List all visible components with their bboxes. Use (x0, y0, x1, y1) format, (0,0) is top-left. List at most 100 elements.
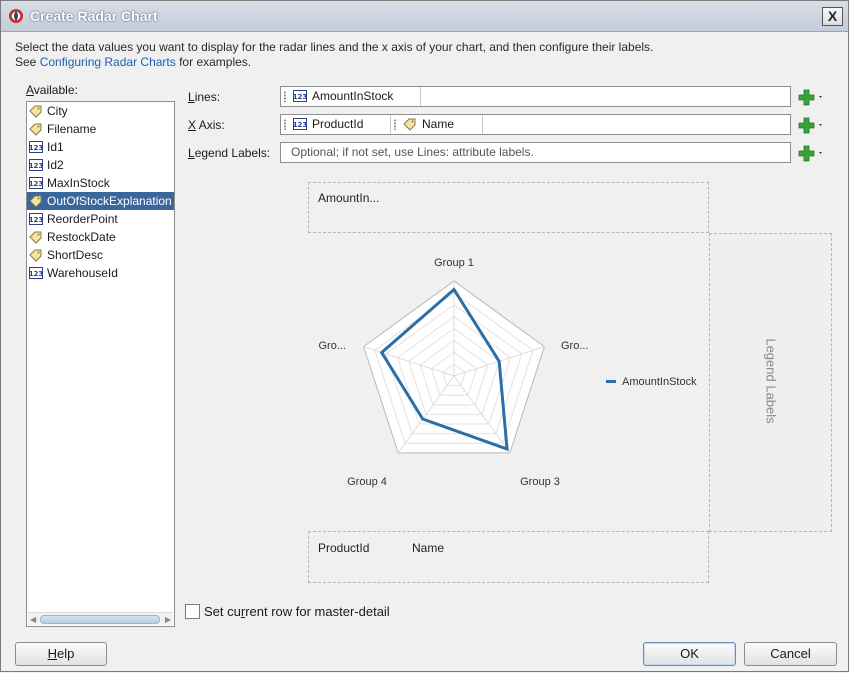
numeric-123-icon: 123 (293, 90, 307, 102)
svg-text:123: 123 (29, 216, 43, 224)
radar-grid-ring (430, 351, 478, 396)
available-item[interactable]: 123 WarehouseId (27, 264, 174, 282)
lines-field[interactable]: 123 AmountInStock (280, 86, 791, 107)
available-item[interactable]: ShortDesc (27, 246, 174, 264)
svg-text:123: 123 (293, 93, 307, 101)
text-tag-icon (29, 231, 42, 244)
numeric-123-icon: 123 (29, 159, 43, 171)
legend-swatch (606, 380, 616, 383)
available-item[interactable]: 123 MaxInStock (27, 174, 174, 192)
available-item-label: WarehouseId (47, 266, 118, 280)
available-list[interactable]: City Filename 123 Id1 123 Id2 123 MaxInStock Out… (26, 101, 175, 627)
add-plus-icon (798, 89, 822, 106)
text-tag-icon (29, 123, 42, 136)
add-lines-button[interactable] (798, 88, 826, 106)
ok-button[interactable]: OK (643, 642, 736, 666)
add-legend-labels-button[interactable] (798, 144, 826, 162)
available-item-label: Filename (47, 122, 97, 136)
radar-axis-label: Group 3 (520, 476, 560, 488)
radar-axis-label: Gro... (318, 340, 346, 352)
help-button[interactable]: Help (15, 642, 107, 666)
numeric-123-icon: 123 (293, 118, 307, 130)
radar-grid-ring (385, 304, 523, 435)
text-tag-icon (403, 118, 416, 131)
horizontal-scrollbar[interactable]: ◀ ▶ (28, 612, 173, 625)
svg-text:123: 123 (29, 144, 43, 152)
available-item[interactable]: City (27, 102, 174, 120)
scrollbar-thumb[interactable] (40, 615, 160, 624)
preview-lines-label: AmountIn... (318, 191, 380, 205)
legend-labels-label: Legend Labels: (188, 146, 271, 160)
lines-chip-amountinstock[interactable]: 123 AmountInStock (281, 87, 421, 106)
available-item[interactable]: Filename (27, 120, 174, 138)
radar-outer-grid (363, 280, 545, 454)
radar-grid-ring (374, 292, 534, 444)
preview-lines-drop-area[interactable] (308, 182, 709, 233)
radar-spoke (453, 346, 545, 377)
scroll-left-icon[interactable]: ◀ (30, 613, 36, 626)
available-item[interactable]: RestockDate (27, 228, 174, 246)
text-tag-icon (29, 195, 42, 208)
description: Select the data values you want to displ… (15, 40, 653, 70)
radar-axis-label: Group 1 (434, 257, 474, 269)
available-item-label: OutOfStockExplanation (47, 194, 172, 208)
configuring-radar-charts-link[interactable]: Configuring Radar Charts (40, 55, 176, 69)
drag-handle-icon[interactable] (394, 119, 396, 130)
available-item-label: Id1 (47, 140, 64, 154)
preview-xaxis-label-productid: ProductId (318, 541, 370, 555)
scroll-right-icon[interactable]: ▶ (165, 613, 171, 626)
radar-spoke (363, 346, 455, 377)
available-item-label: ReorderPoint (47, 212, 118, 226)
radar-grid-ring (396, 316, 512, 425)
radar-grid-ring (419, 339, 489, 406)
xaxis-field[interactable]: 123 ProductId Name (280, 114, 791, 135)
window-title: Create Radar Chart (30, 8, 158, 24)
available-item-label: Id2 (47, 158, 64, 172)
numeric-123-icon: 123 (29, 267, 43, 279)
radar-grid-ring (408, 327, 500, 415)
radar-axis-label: Gro... (561, 340, 589, 352)
numeric-123-icon: 123 (29, 213, 43, 225)
add-plus-icon (798, 117, 822, 134)
master-detail-checkbox[interactable] (185, 604, 200, 619)
available-label: Available: (26, 83, 78, 97)
text-tag-icon (29, 249, 42, 262)
master-detail-checkbox-label[interactable]: Set current row for master-detail (204, 604, 390, 619)
radar-axis-label: Group 4 (347, 476, 387, 488)
add-xaxis-button[interactable] (798, 116, 826, 134)
close-button[interactable]: X (822, 7, 843, 26)
title-bar: Create Radar Chart X (1, 1, 848, 32)
available-item[interactable]: 123 Id1 (27, 138, 174, 156)
svg-text:123: 123 (293, 121, 307, 129)
radar-spoke (453, 375, 511, 454)
legend-entry-label: AmountInStock (622, 376, 697, 388)
legend-labels-field[interactable]: Optional; if not set, use Lines: attribu… (280, 142, 791, 163)
numeric-123-icon: 123 (29, 141, 43, 153)
legend-labels-placeholder: Optional; if not set, use Lines: attribu… (291, 145, 534, 159)
description-prefix: See (15, 55, 40, 69)
xaxis-chip-name[interactable]: Name (391, 115, 483, 134)
available-item-label: City (47, 104, 68, 118)
available-item-label: MaxInStock (47, 176, 110, 190)
preview-xaxis-label-name: Name (412, 541, 445, 555)
drag-handle-icon[interactable] (284, 91, 286, 102)
radar-grid-ring (442, 363, 466, 387)
app-icon (9, 9, 23, 23)
svg-text:123: 123 (29, 162, 43, 170)
preview-xaxis-drop-area[interactable] (308, 531, 709, 583)
available-item[interactable]: OutOfStockExplanation (27, 192, 174, 210)
cancel-button[interactable]: Cancel (744, 642, 837, 666)
radar-series-amountinstock (379, 287, 509, 452)
description-line-1: Select the data values you want to displ… (15, 40, 654, 54)
drag-handle-icon[interactable] (284, 119, 286, 130)
xaxis-chip-productid[interactable]: 123 ProductId (281, 115, 391, 134)
radar-spoke (397, 375, 455, 454)
available-item-label: RestockDate (47, 230, 116, 244)
svg-text:123: 123 (29, 180, 43, 188)
available-item[interactable]: 123 ReorderPoint (27, 210, 174, 228)
svg-text:123: 123 (29, 270, 43, 278)
preview-legend-side-label: Legend Labels (763, 338, 779, 424)
lines-label: Lines: (188, 90, 221, 104)
available-item-label: ShortDesc (47, 248, 104, 262)
available-item[interactable]: 123 Id2 (27, 156, 174, 174)
